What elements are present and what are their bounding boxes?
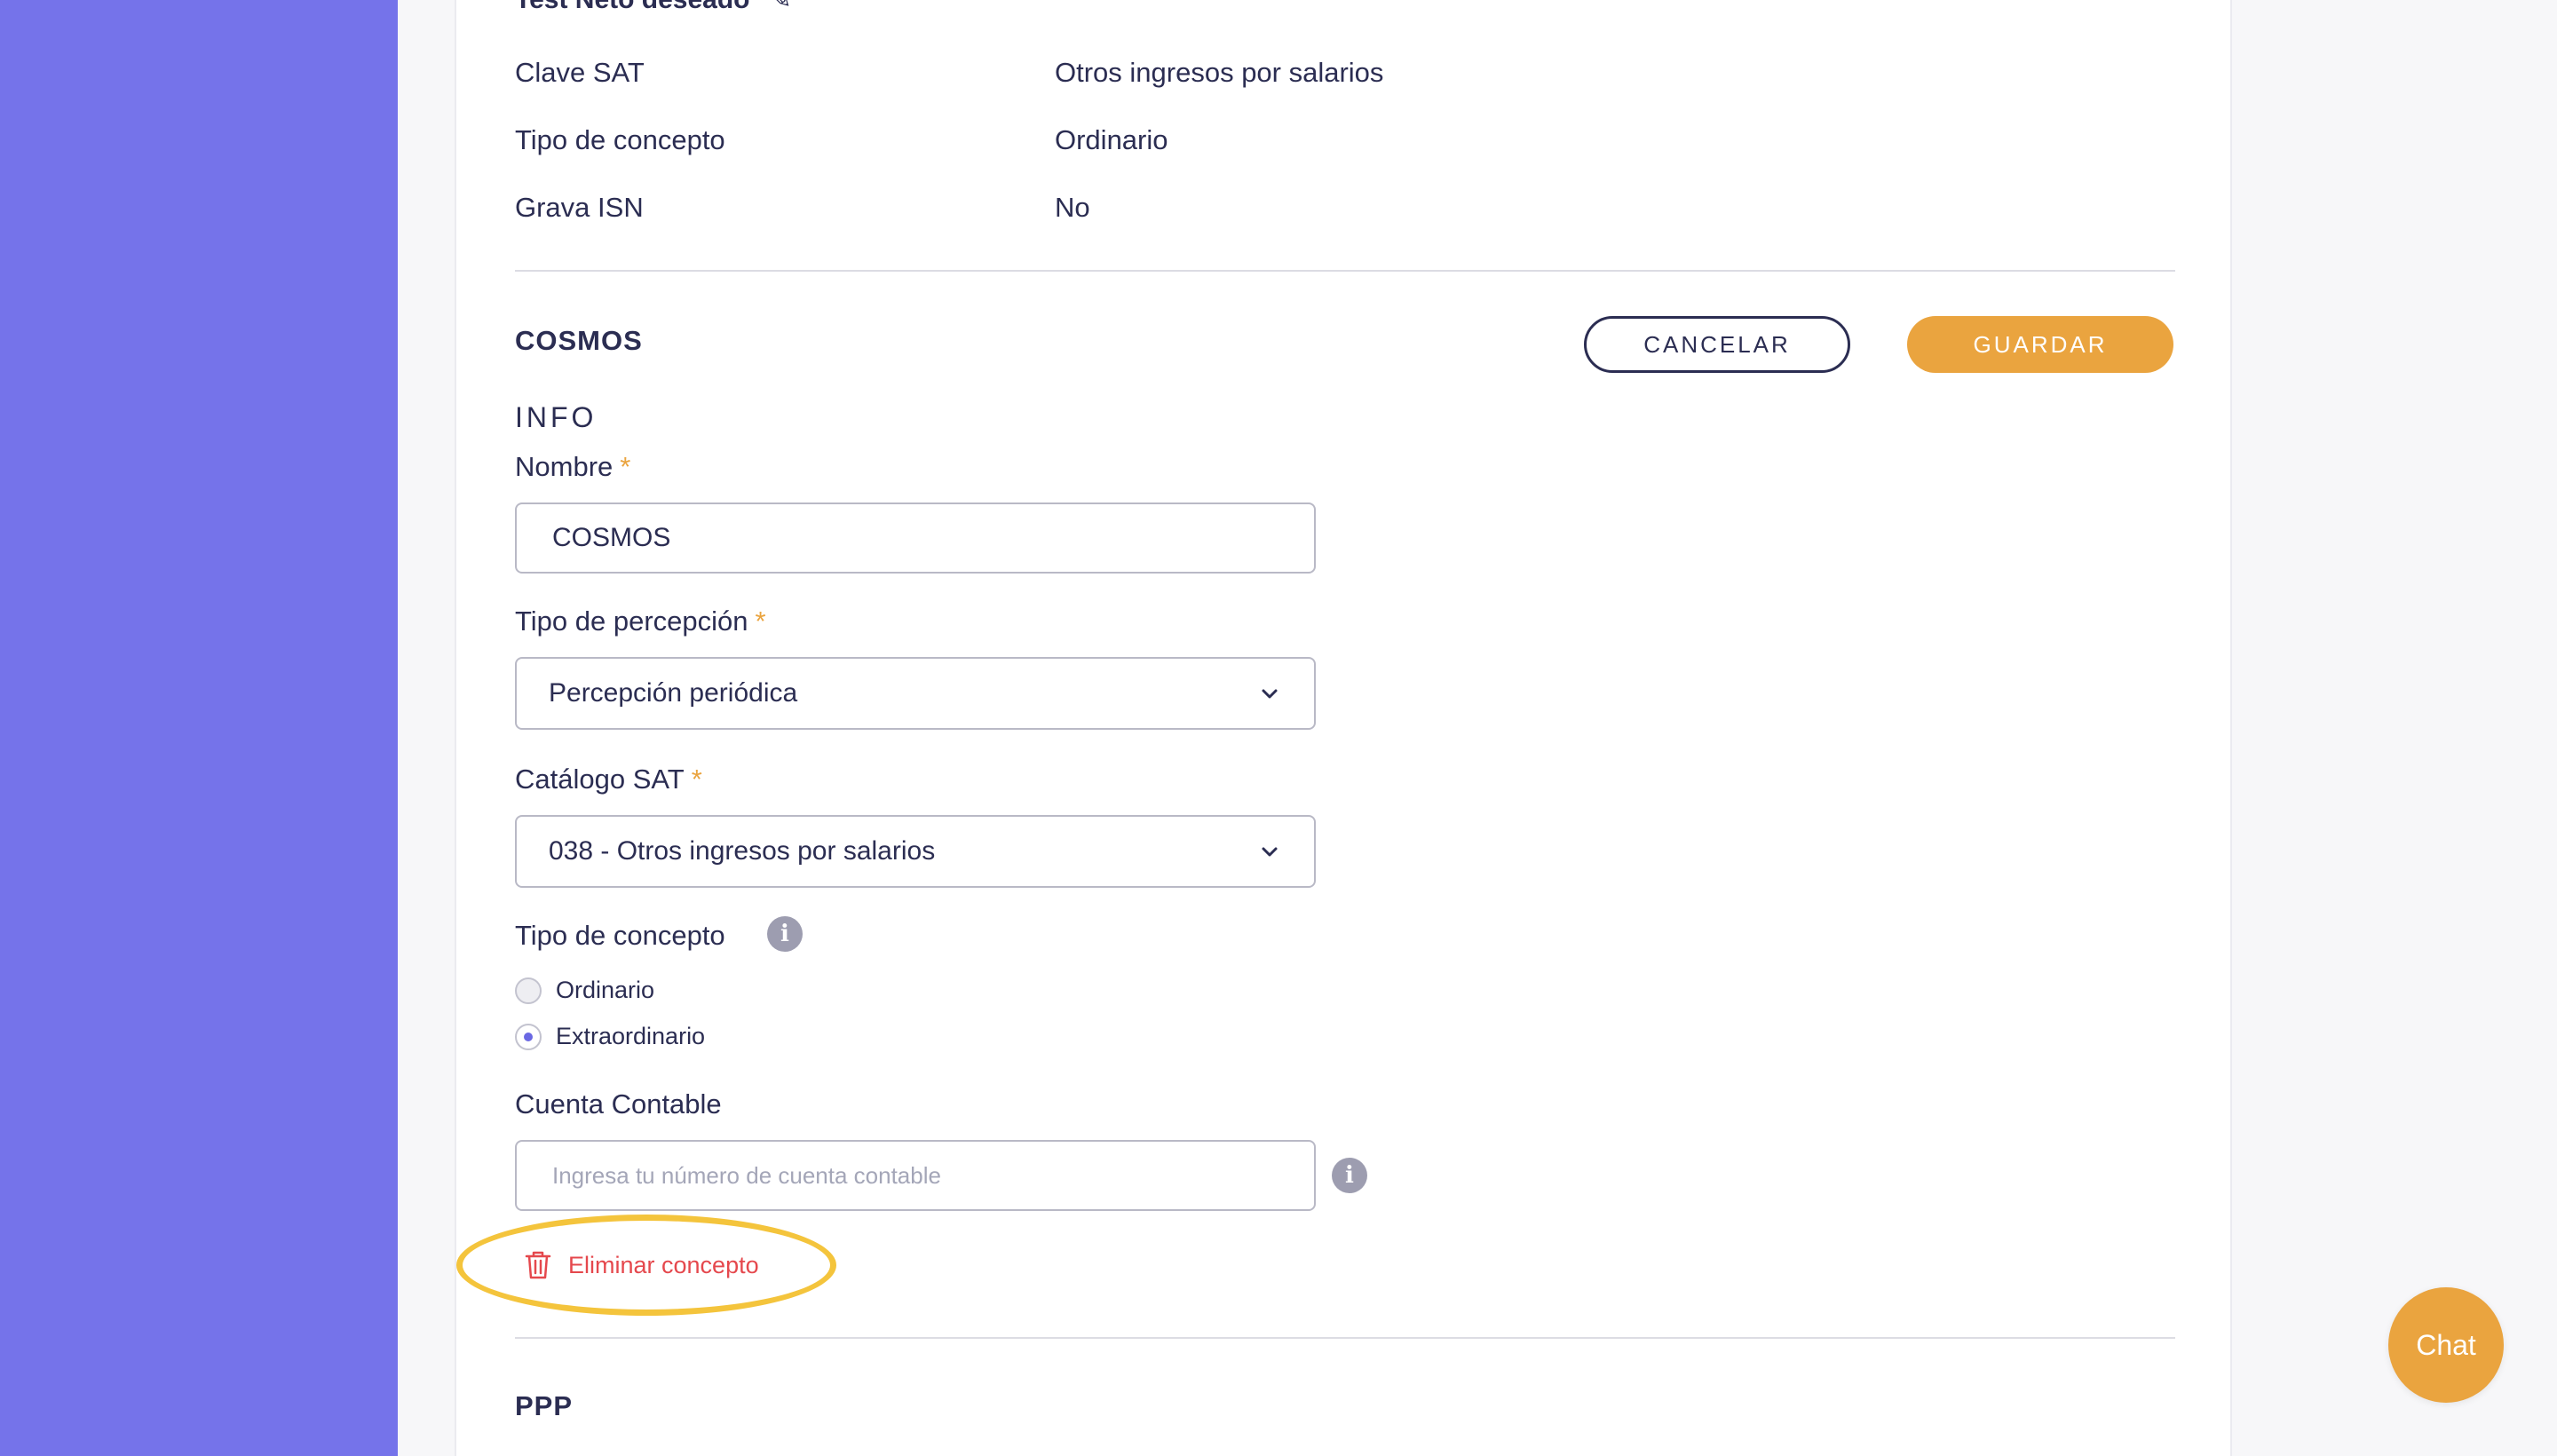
save-button[interactable]: GUARDAR [1907,316,2173,373]
grava-isn-label: Grava ISN [515,192,644,223]
divider [515,1337,2175,1339]
clave-sat-value: Otros ingresos por salarios [1055,57,1384,88]
radio-label: Extraordinario [556,1023,706,1049]
account-number-input[interactable] [515,1140,1316,1211]
tipo-concepto-value: Ordinario [1055,124,1168,155]
sidebar [0,0,398,1456]
radio-extraordinario[interactable]: Extraordinario [515,1023,705,1050]
perception-type-select[interactable]: Percepción periódica [515,657,1316,730]
chevron-down-icon [1262,847,1278,857]
radio-button[interactable] [515,1023,542,1050]
delete-concept-link[interactable]: Eliminar concepto [524,1250,759,1280]
section-title: COSMOS [515,325,643,356]
info-heading: INFO [515,401,598,433]
tipo-concepto-label: Tipo de concepto [515,124,725,155]
sat-catalog-label: Catálogo SAT * [515,764,702,795]
required-asterisk: * [620,451,631,482]
edit-pencil-icon[interactable]: ✎ [770,0,792,15]
chat-button[interactable]: Chat [2388,1287,2504,1403]
perception-type-value: Percepción periódica [549,678,798,708]
required-asterisk: * [691,764,702,795]
grava-isn-value: No [1055,192,1090,223]
radio-button[interactable] [515,977,542,1004]
cancel-button[interactable]: CANCELAR [1584,316,1850,373]
info-icon[interactable]: i [1332,1158,1367,1193]
delete-concept-label: Eliminar concepto [568,1251,759,1278]
next-section-title: PPP [515,1390,574,1421]
sat-catalog-select[interactable]: 038 - Otros ingresos por salarios [515,815,1316,888]
account-label: Cuenta Contable [515,1088,722,1120]
name-input[interactable] [515,502,1316,574]
radio-ordinario[interactable]: Ordinario [515,977,654,1004]
previous-concept-title: Test Neto deseado✎ [515,0,792,15]
card-content: Test Neto deseado✎ Clave SAT Otros ingre… [456,0,2175,1456]
info-icon[interactable]: i [767,916,803,952]
radio-label: Ordinario [556,977,655,1003]
concept-type-label: Tipo de concepto [515,920,725,951]
divider [515,270,2175,272]
perception-type-label: Tipo de percepción * [515,605,766,637]
chevron-down-icon [1262,689,1278,699]
trash-icon [525,1251,551,1279]
main-card: Test Neto deseado✎ Clave SAT Otros ingre… [455,0,2232,1456]
required-asterisk: * [755,605,766,637]
sat-catalog-value: 038 - Otros ingresos por salarios [549,836,936,866]
name-label: Nombre * [515,451,631,482]
clave-sat-label: Clave SAT [515,57,645,88]
